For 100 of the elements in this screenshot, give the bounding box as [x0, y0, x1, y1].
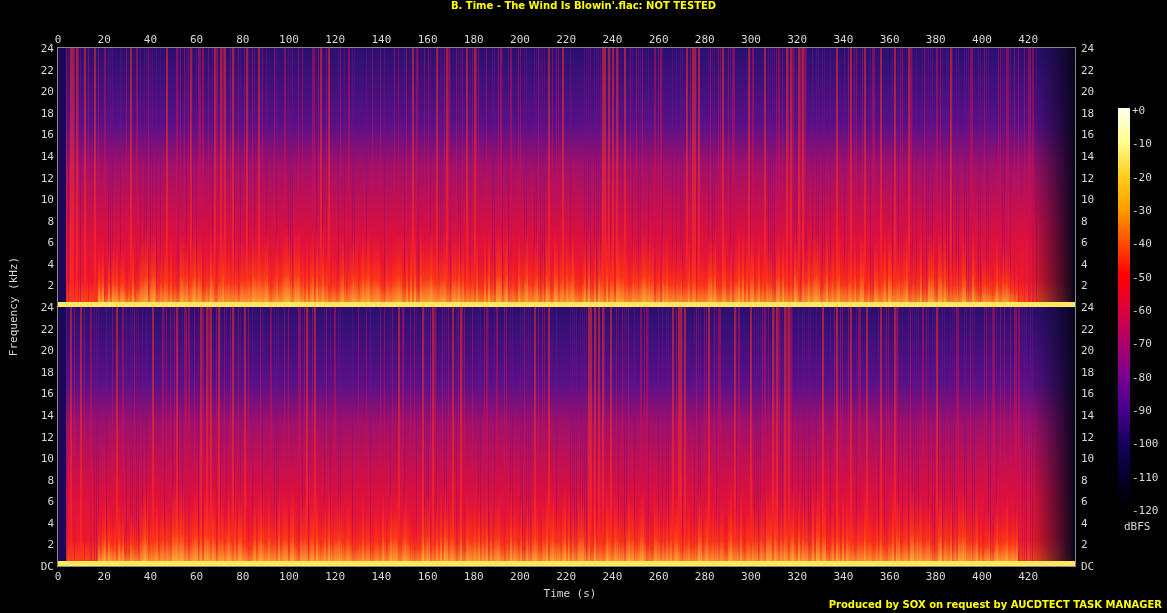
- axis-tick-label: 20: [1081, 85, 1095, 97]
- axis-tick-label: 180: [463, 34, 484, 45]
- colorbar-tick-label: -10: [1132, 137, 1152, 149]
- axis-tick-label: 60: [189, 571, 204, 582]
- axis-tick-label: 6: [1081, 236, 1088, 248]
- axis-tick-label: 280: [694, 571, 715, 582]
- colorbar-tick-label: +0: [1132, 104, 1146, 116]
- axis-tick-label: 20: [40, 344, 54, 356]
- axis-tick-label: 18: [40, 107, 54, 119]
- axis-tick-label: 24: [1081, 301, 1095, 313]
- axis-tick-label: 8: [47, 474, 54, 486]
- colorbar-tick-label: -20: [1132, 171, 1152, 183]
- chart-title: B. Time - The Wind Is Blowin'.flac: NOT TESTED: [450, 1, 717, 11]
- colorbar-tick-label: -30: [1132, 204, 1152, 216]
- axis-tick-label: 12: [1081, 431, 1095, 442]
- axis-tick-label: 22: [1081, 64, 1095, 76]
- axis-tick-label: 24: [40, 301, 54, 313]
- axis-tick-label: 40: [143, 34, 157, 45]
- axis-tick-label: 100: [279, 34, 299, 45]
- axis-tick-label: 2: [47, 279, 54, 291]
- axis-tick-label: 260: [648, 571, 669, 582]
- axis-tick-label: 400: [972, 571, 992, 582]
- axis-tick-label: 6: [47, 236, 54, 248]
- axis-tick-label: 4: [47, 517, 54, 529]
- axis-tick-label: 18: [1081, 107, 1095, 119]
- axis-tick-label: 140: [371, 34, 392, 45]
- axis-tick-label: 2: [47, 538, 54, 550]
- axis-tick-label: 240: [602, 34, 623, 45]
- axis-tick-label: 320: [787, 34, 808, 45]
- axis-tick-label: 14: [40, 409, 54, 421]
- axis-tick-label: 420: [1018, 34, 1039, 45]
- axis-tick-label: 160: [417, 571, 438, 582]
- axis-tick-label: 18: [1081, 366, 1095, 378]
- axis-tick-label: 0: [54, 34, 62, 45]
- axis-tick-label: 8: [1081, 215, 1088, 227]
- axis-tick-label: 10: [1081, 452, 1095, 464]
- axis-tick-label: 6: [1081, 495, 1088, 507]
- axis-tick-label: 12: [1081, 172, 1095, 183]
- axis-tick-label: 380: [925, 571, 946, 582]
- axis-tick-label: 22: [1081, 323, 1095, 335]
- axis-tick-label: 18: [40, 366, 54, 378]
- colorbar-tick-label: -110: [1132, 471, 1159, 483]
- axis-tick-label: 16: [40, 387, 54, 399]
- colorbar-unit: dBFS: [1124, 521, 1151, 532]
- axis-tick-label: 260: [648, 34, 669, 45]
- axis-tick-label: 180: [463, 571, 484, 582]
- axis-tick-label: 280: [694, 34, 715, 45]
- axis-tick-label: DC: [40, 560, 54, 572]
- axis-tick-label: 220: [556, 571, 577, 582]
- axis-tick-label: 22: [40, 64, 54, 76]
- colorbar-tick-label: -80: [1132, 371, 1152, 383]
- y-axis-label: Frequency (kHz): [8, 256, 20, 356]
- axis-tick-label: 12: [40, 172, 54, 183]
- axis-tick-label: 420: [1018, 571, 1039, 582]
- axis-tick-label: 4: [1081, 517, 1088, 529]
- axis-tick-label: 10: [40, 452, 54, 464]
- axis-tick-label: 120: [325, 34, 346, 45]
- axis-tick-label: 24: [1081, 42, 1095, 54]
- axis-tick-label: 120: [325, 571, 346, 582]
- axis-tick-label: 340: [833, 34, 854, 45]
- axis-tick-label: DC: [1081, 560, 1095, 572]
- axis-tick-label: 24: [40, 42, 54, 54]
- axis-tick-label: 380: [925, 34, 946, 45]
- axis-tick-label: 16: [1081, 387, 1095, 399]
- axis-tick-label: 16: [40, 128, 54, 140]
- axis-tick-label: 80: [236, 34, 250, 45]
- axis-tick-label: 360: [879, 34, 900, 45]
- axis-tick-label: 10: [1081, 193, 1095, 205]
- colorbar-tick-label: -60: [1132, 304, 1152, 316]
- axis-tick-label: 320: [787, 571, 808, 582]
- axis-tick-label: 16: [1081, 128, 1095, 140]
- axis-tick-label: 200: [510, 571, 530, 582]
- axis-tick-label: 0: [54, 571, 62, 582]
- axis-tick-label: 2: [1081, 279, 1088, 291]
- axis-tick-label: 12: [40, 431, 54, 442]
- axis-tick-label: 360: [879, 571, 900, 582]
- axis-tick-label: 14: [1081, 150, 1095, 162]
- axis-tick-label: 6: [47, 495, 54, 507]
- axis-tick-label: 14: [40, 150, 54, 162]
- x-axis-label: Time (s): [543, 588, 597, 599]
- axis-tick-label: 8: [1081, 474, 1088, 486]
- axis-tick-label: 240: [602, 571, 623, 582]
- axis-tick-label: 200: [510, 34, 530, 45]
- colorbar-tick-label: -100: [1132, 437, 1159, 449]
- axis-tick-label: 22: [40, 323, 54, 335]
- axis-tick-label: 20: [40, 85, 54, 97]
- axis-tick-label: 2: [1081, 538, 1088, 550]
- axis-tick-label: 20: [97, 571, 111, 582]
- axis-tick-label: 10: [40, 193, 54, 205]
- axis-tick-label: 80: [236, 571, 250, 582]
- colorbar-tick-label: -70: [1132, 337, 1152, 349]
- colorbar-tick-label: -90: [1132, 404, 1152, 416]
- axis-tick-label: 300: [741, 571, 761, 582]
- colorbar-tick-label: -50: [1132, 271, 1152, 283]
- axis-tick-label: 8: [47, 215, 54, 227]
- axis-tick-label: 220: [556, 34, 577, 45]
- axis-tick-label: 60: [189, 34, 204, 45]
- axis-tick-label: 160: [417, 34, 438, 45]
- axis-tick-label: 20: [97, 34, 111, 45]
- axis-tick-label: 340: [833, 571, 854, 582]
